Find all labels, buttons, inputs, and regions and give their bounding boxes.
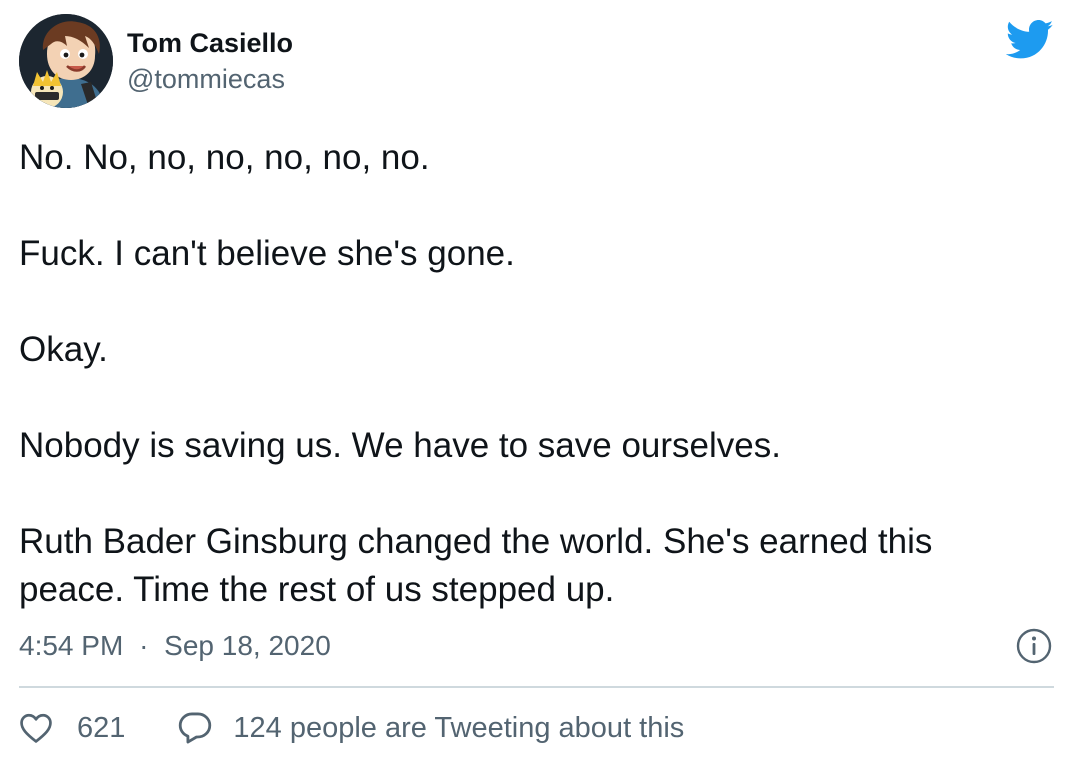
tweet-text: No. No, no, no, no, no, no. Fuck. I can'… [19,134,1059,614]
tweet-paragraph: Ruth Bader Ginsburg changed the world. S… [19,522,933,609]
like-count: 621 [77,712,126,744]
cartoon-avatar-icon [19,14,113,108]
speech-bubble-icon [179,712,212,744]
engagement-bar: 621 124 people are Tweeting about this [19,708,684,748]
tweet-timestamp: 4:54 PM · Sep 18, 2020 [19,626,331,666]
timestamp-separator: · [139,630,149,661]
heart-icon [20,713,52,743]
avatar[interactable] [19,14,113,108]
author-handle[interactable]: @tommiecas [127,62,293,96]
author-display-name[interactable]: Tom Casiello [127,26,293,60]
tweet-header: Tom Casiello @tommiecas [19,14,293,108]
tweet-time-link[interactable]: 4:54 PM · Sep 18, 2020 [19,626,331,666]
divider [19,686,1054,688]
tweet-paragraph: Nobody is saving us. We have to save our… [19,426,781,465]
tweet-time: 4:54 PM [19,630,124,661]
tweet-paragraph: Fuck. I can't believe she's gone. [19,234,515,273]
conversation-label: 124 people are Tweeting about this [233,712,685,744]
tweet-card: Tom Casiello @tommiecas No. No, no, no, … [0,0,1078,762]
tweet-date: Sep 18, 2020 [164,630,331,661]
like-button[interactable]: 621 [19,708,125,748]
tweet-paragraph: Okay. [19,330,108,369]
author-names: Tom Casiello @tommiecas [127,26,293,96]
info-icon[interactable] [1016,628,1052,664]
conversation-button[interactable]: 124 people are Tweeting about this [177,708,684,748]
tweet-paragraph: No. No, no, no, no, no, no. [19,138,430,177]
twitter-bird-icon[interactable] [1006,20,1054,60]
